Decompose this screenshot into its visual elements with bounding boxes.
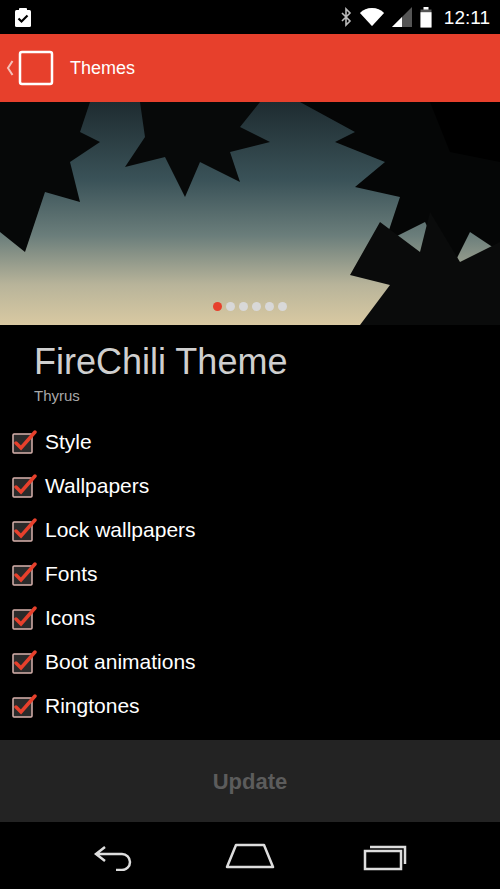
component-row[interactable]: Wallpapers <box>0 464 500 508</box>
checkbox[interactable] <box>11 517 37 543</box>
spacer <box>0 728 500 740</box>
component-row[interactable]: Fonts <box>0 552 500 596</box>
component-row[interactable]: Style <box>0 420 500 464</box>
checkbox[interactable] <box>11 605 37 631</box>
component-label: Wallpapers <box>45 470 149 502</box>
checkbox[interactable] <box>11 473 37 499</box>
page-dot[interactable] <box>252 302 261 311</box>
clipboard-icon <box>12 6 34 28</box>
status-bar: 12:11 <box>0 0 500 34</box>
theme-author: Thyrus <box>34 385 490 408</box>
component-label: Ringtones <box>45 690 140 722</box>
wifi-icon <box>360 7 384 27</box>
app-square-icon <box>18 50 54 86</box>
update-button: Update <box>0 740 500 822</box>
checkbox[interactable] <box>11 561 37 587</box>
up-button[interactable] <box>6 50 54 86</box>
theme-header: FireChili Theme Thyrus <box>0 325 500 420</box>
theme-name: FireChili Theme <box>34 341 490 382</box>
home-icon[interactable] <box>224 841 276 871</box>
recent-apps-icon[interactable] <box>361 841 409 871</box>
page-indicator <box>0 302 500 311</box>
page-dot[interactable] <box>213 302 222 311</box>
component-label: Boot animations <box>45 646 196 678</box>
component-label: Icons <box>45 602 95 634</box>
component-row[interactable]: Lock wallpapers <box>0 508 500 552</box>
action-bar: Themes <box>0 34 500 102</box>
checkbox[interactable] <box>11 649 37 675</box>
bluetooth-icon <box>340 6 352 28</box>
update-label: Update <box>213 765 288 798</box>
component-row[interactable]: Boot animations <box>0 640 500 684</box>
component-row[interactable]: Ringtones <box>0 684 500 728</box>
back-chevron-icon <box>6 59 14 77</box>
screen-title: Themes <box>70 55 135 82</box>
component-label: Style <box>45 426 92 458</box>
component-row[interactable]: Icons <box>0 596 500 640</box>
page-dot[interactable] <box>265 302 274 311</box>
signal-icon <box>392 7 412 27</box>
battery-icon <box>420 6 432 28</box>
page-dot[interactable] <box>239 302 248 311</box>
back-icon[interactable] <box>91 841 139 871</box>
component-label: Fonts <box>45 558 98 590</box>
checkbox[interactable] <box>11 693 37 719</box>
component-label: Lock wallpapers <box>45 514 196 546</box>
system-nav-bar <box>0 822 500 889</box>
clock-time: 12:11 <box>444 8 490 27</box>
status-icons: 12:11 <box>340 6 490 28</box>
page-dot[interactable] <box>278 302 287 311</box>
page-dot[interactable] <box>226 302 235 311</box>
theme-preview-image[interactable] <box>0 102 500 325</box>
checkbox[interactable] <box>11 429 37 455</box>
component-list: Style Wallpapers Lock wallpapers Fonts Icons… <box>0 420 500 728</box>
